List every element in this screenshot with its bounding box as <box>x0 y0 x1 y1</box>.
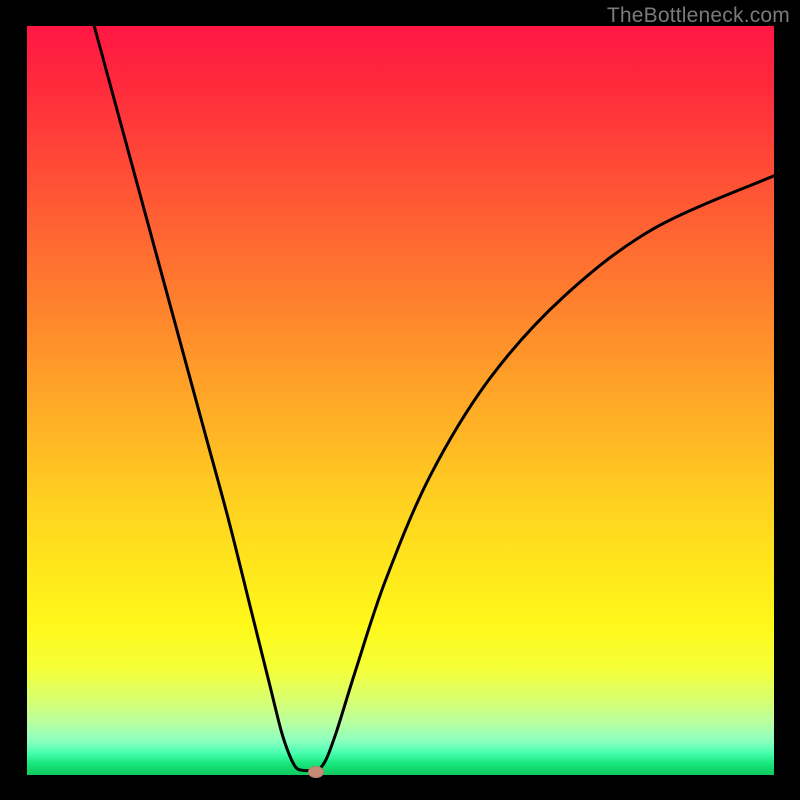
chart-frame: TheBottleneck.com <box>0 0 800 800</box>
watermark-text: TheBottleneck.com <box>607 4 790 28</box>
curve-svg <box>27 26 774 775</box>
plot-area <box>27 26 774 775</box>
optimum-marker <box>308 766 324 778</box>
bottleneck-curve <box>94 26 774 773</box>
